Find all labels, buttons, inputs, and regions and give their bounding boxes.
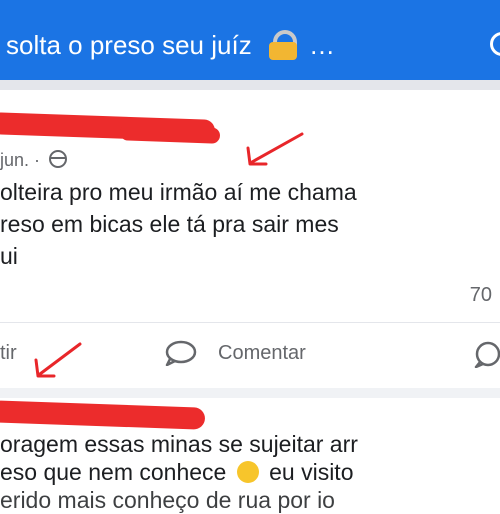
post-meta: jun. ·	[0, 150, 68, 171]
section-divider	[0, 80, 500, 90]
post-card: oragem essas minas se sujeitar arr eso q…	[0, 398, 500, 513]
group-header: solta o preso seu juíz ...	[0, 0, 500, 80]
post-line: eso que nem conhece eu visito	[0, 459, 354, 485]
post-card: jun. · olteira pro meu irmão aí me chama…	[0, 90, 500, 388]
dot-separator: ·	[34, 150, 46, 170]
post-line: reso em bicas ele tá pra sair mes	[0, 211, 339, 237]
reaction-count[interactable]: 70	[470, 284, 492, 307]
post-body: olteira pro meu irmão aí me chama reso e…	[0, 176, 500, 272]
post-date: jun.	[0, 150, 30, 170]
laughing-emoji-icon	[236, 461, 259, 483]
post-line: ui	[0, 243, 18, 269]
redacted-author-name	[0, 400, 206, 430]
lock-icon	[268, 30, 297, 60]
annotation-arrow	[246, 132, 304, 166]
title-ellipsis: ...	[310, 30, 335, 60]
post-line: oragem essas minas se sujeitar arr	[0, 431, 358, 457]
comment-button[interactable]: Comentar	[218, 342, 306, 365]
search-icon[interactable]	[490, 32, 500, 56]
post-body: oragem essas minas se sujeitar arr eso q…	[0, 430, 500, 514]
annotation-arrow	[34, 342, 82, 378]
share-button[interactable]: tir	[0, 342, 17, 365]
group-title-text: solta o preso seu juíz	[6, 30, 252, 60]
post-line: olteira pro meu irmão aí me chama	[0, 179, 357, 205]
post-line: erido mais conheço de rua por io	[0, 487, 335, 513]
comment-icon[interactable]	[164, 340, 198, 366]
whatsapp-icon[interactable]	[472, 340, 500, 368]
redacted-author-name-tail	[119, 124, 221, 144]
globe-icon	[49, 150, 68, 168]
group-title[interactable]: solta o preso seu juíz ...	[6, 30, 335, 61]
section-divider	[0, 388, 500, 398]
action-divider	[0, 322, 500, 323]
